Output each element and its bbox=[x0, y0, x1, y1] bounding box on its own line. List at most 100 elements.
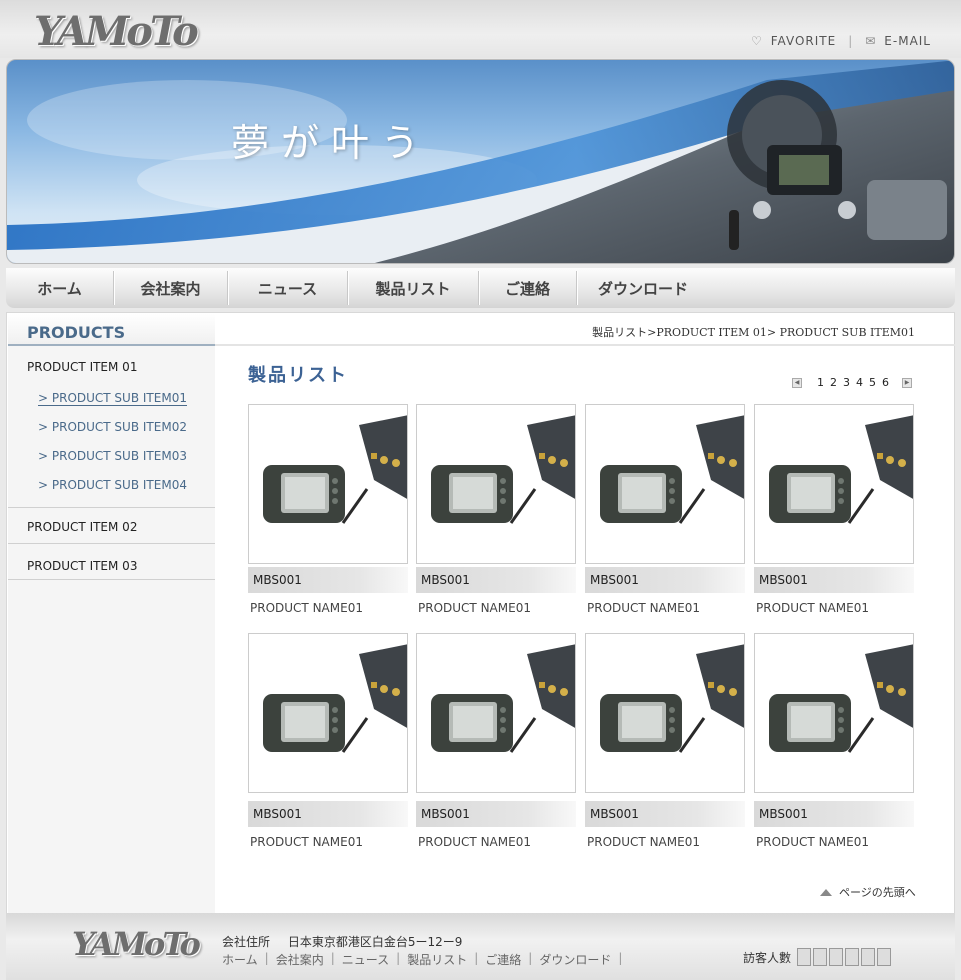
product-code: MBS001 bbox=[248, 801, 408, 827]
sidebar-item-01[interactable]: PRODUCT ITEM 01 bbox=[8, 346, 215, 384]
sidebar-item-03[interactable]: PRODUCT ITEM 03 bbox=[8, 559, 215, 573]
footer-links: ホーム | 会社案内 | ニュース | 製品リスト | ご連絡 | ダウンロード | bbox=[222, 951, 629, 968]
page-title: 製品リスト bbox=[248, 365, 348, 386]
counter-digit bbox=[813, 948, 828, 966]
banner-title: 夢が叶う bbox=[231, 121, 432, 165]
divider: | bbox=[528, 951, 533, 965]
nav-item-download[interactable]: ダウンロード bbox=[577, 271, 709, 305]
sidebar-group-01: PRODUCT ITEM 01 > PRODUCT SUB ITEM01 > P… bbox=[8, 346, 215, 508]
sidebar-subitem-03[interactable]: > PRODUCT SUB ITEM03 bbox=[8, 442, 215, 471]
divider: | bbox=[848, 34, 854, 48]
footer-logo[interactable]: YAMoTo bbox=[72, 925, 201, 963]
footer-link-products[interactable]: 製品リスト bbox=[407, 951, 467, 968]
address-label: 会社住所 bbox=[222, 935, 271, 949]
sidebar-group-03: PRODUCT ITEM 03 bbox=[8, 544, 215, 580]
prev-page-button[interactable]: ◀ bbox=[792, 377, 802, 388]
product-card[interactable]: MBS001 PRODUCT NAME01 bbox=[416, 404, 576, 615]
sidebar-subitem-01[interactable]: > PRODUCT SUB ITEM01 bbox=[8, 384, 215, 413]
page-link-5[interactable]: 5 bbox=[869, 376, 876, 389]
product-image[interactable] bbox=[248, 404, 408, 564]
sidebar-item-02[interactable]: PRODUCT ITEM 02 bbox=[8, 520, 215, 534]
product-code: MBS001 bbox=[248, 567, 408, 593]
visitor-counter: 訪客人數 bbox=[743, 948, 892, 966]
nav-item-products[interactable]: 製品リスト bbox=[348, 271, 479, 305]
utility-links: ♡ FAVORITE | ✉ E-MAIL bbox=[751, 34, 931, 48]
sidebar-group-02: PRODUCT ITEM 02 bbox=[8, 508, 215, 544]
heart-icon: ♡ bbox=[750, 34, 763, 48]
product-card[interactable]: MBS001 PRODUCT NAME01 bbox=[248, 633, 408, 849]
product-image[interactable] bbox=[585, 633, 745, 793]
counter-digit bbox=[797, 948, 812, 966]
counter-digit bbox=[877, 948, 892, 966]
page-link-2[interactable]: 2 bbox=[830, 376, 837, 389]
sidebar: PRODUCTS PRODUCT ITEM 01 > PRODUCT SUB I… bbox=[8, 314, 215, 914]
product-name[interactable]: PRODUCT NAME01 bbox=[754, 601, 914, 615]
product-code: MBS001 bbox=[416, 567, 576, 593]
back-to-top-link[interactable]: ページの先頭へ bbox=[820, 884, 916, 900]
favorite-link[interactable]: FAVORITE bbox=[771, 34, 836, 48]
product-card[interactable]: MBS001 PRODUCT NAME01 bbox=[754, 404, 914, 615]
product-name[interactable]: PRODUCT NAME01 bbox=[416, 835, 576, 849]
product-image[interactable] bbox=[416, 633, 576, 793]
header: YAMoTo ♡ FAVORITE | ✉ E-MAIL bbox=[0, 0, 961, 58]
divider: | bbox=[264, 951, 269, 965]
hero-banner: 夢が叶う bbox=[6, 59, 955, 264]
product-image[interactable] bbox=[754, 633, 914, 793]
sidebar-subitem-02[interactable]: > PRODUCT SUB ITEM02 bbox=[8, 413, 215, 442]
counter-digit bbox=[845, 948, 860, 966]
nav-item-home[interactable]: ホーム bbox=[6, 271, 114, 305]
envelope-icon: ✉ bbox=[865, 34, 877, 48]
page-link-6[interactable]: 6 bbox=[882, 376, 889, 389]
counter-digit bbox=[861, 948, 876, 966]
page-link-1[interactable]: 1 bbox=[817, 376, 824, 389]
footer-link-company[interactable]: 会社案内 bbox=[276, 951, 324, 968]
product-card[interactable]: MBS001 PRODUCT NAME01 bbox=[248, 404, 408, 615]
sidebar-subitem-04[interactable]: > PRODUCT SUB ITEM04 bbox=[8, 471, 215, 500]
visitor-label: 訪客人數 bbox=[743, 950, 792, 965]
nav-item-company[interactable]: 会社案内 bbox=[114, 271, 228, 305]
product-name[interactable]: PRODUCT NAME01 bbox=[754, 835, 914, 849]
footer-link-download[interactable]: ダウンロード bbox=[539, 951, 611, 968]
sidebar-subitem-label: > PRODUCT SUB ITEM01 bbox=[38, 391, 187, 406]
product-code: MBS001 bbox=[585, 567, 745, 593]
footer: YAMoTo 会社住所 日本東京都港区白金台5ー12ー9 ホーム | 会社案内 | … bbox=[6, 913, 955, 980]
counter-digit bbox=[829, 948, 844, 966]
product-card[interactable]: MBS001 PRODUCT NAME01 bbox=[585, 404, 745, 615]
pagination: ◀ 1 2 3 4 5 6 ▶ bbox=[792, 376, 912, 389]
product-name[interactable]: PRODUCT NAME01 bbox=[585, 835, 745, 849]
footer-link-news[interactable]: ニュース bbox=[342, 951, 389, 968]
product-code: MBS001 bbox=[585, 801, 745, 827]
footer-link-contact[interactable]: ご連絡 bbox=[485, 951, 521, 968]
nav-item-contact[interactable]: ご連絡 bbox=[479, 271, 577, 305]
product-name[interactable]: PRODUCT NAME01 bbox=[248, 601, 408, 615]
page-link-4[interactable]: 4 bbox=[856, 376, 863, 389]
site-logo[interactable]: YAMoTo bbox=[34, 8, 199, 55]
product-code: MBS001 bbox=[754, 567, 914, 593]
banner-artwork bbox=[7, 60, 954, 263]
product-image[interactable] bbox=[248, 633, 408, 793]
product-name[interactable]: PRODUCT NAME01 bbox=[416, 601, 576, 615]
product-image[interactable] bbox=[585, 404, 745, 564]
nav-item-news[interactable]: ニュース bbox=[228, 271, 348, 305]
footer-link-home[interactable]: ホーム bbox=[222, 951, 258, 968]
footer-address: 会社住所 日本東京都港区白金台5ー12ー9 bbox=[222, 933, 462, 950]
main-nav: ホーム 会社案内 ニュース 製品リスト ご連絡 ダウンロード bbox=[6, 268, 955, 308]
divider: | bbox=[474, 951, 479, 965]
product-image[interactable] bbox=[416, 404, 576, 564]
breadcrumb[interactable]: 製品リスト>PRODUCT ITEM 01> PRODUCT SUB ITEM0… bbox=[215, 314, 955, 346]
sidebar-heading: PRODUCTS bbox=[8, 314, 215, 346]
divider: | bbox=[618, 951, 623, 965]
email-link[interactable]: E-MAIL bbox=[884, 34, 931, 48]
product-name[interactable]: PRODUCT NAME01 bbox=[585, 601, 745, 615]
divider: | bbox=[396, 951, 401, 965]
product-name[interactable]: PRODUCT NAME01 bbox=[248, 835, 408, 849]
product-image[interactable] bbox=[754, 404, 914, 564]
page-link-3[interactable]: 3 bbox=[843, 376, 850, 389]
back-to-top-label: ページの先頭へ bbox=[839, 886, 916, 899]
product-card[interactable]: MBS001 PRODUCT NAME01 bbox=[416, 633, 576, 849]
divider: | bbox=[330, 951, 335, 965]
product-card[interactable]: MBS001 PRODUCT NAME01 bbox=[754, 633, 914, 849]
next-page-button[interactable]: ▶ bbox=[902, 377, 912, 388]
address-value: 日本東京都港区白金台5ー12ー9 bbox=[287, 935, 463, 949]
product-card[interactable]: MBS001 PRODUCT NAME01 bbox=[585, 633, 745, 849]
